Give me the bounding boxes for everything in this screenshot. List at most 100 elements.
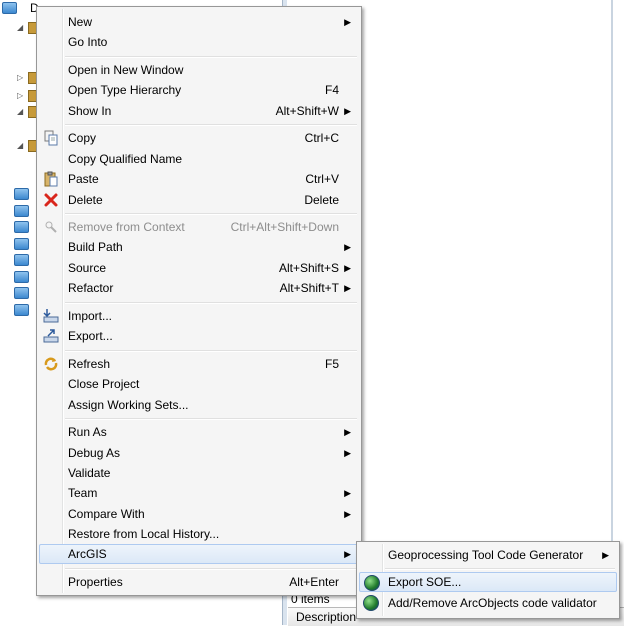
menu-item-show-in[interactable]: Show In Alt+Shift+W ▶ <box>39 101 359 121</box>
menu-item-delete[interactable]: Delete Delete <box>39 190 359 210</box>
submenu-arrow-icon: ▶ <box>344 448 351 458</box>
context-menu: New ▶ Go Into Open in New Window Open Ty… <box>36 6 362 596</box>
collapse-arrow-icon[interactable]: ▷ <box>17 91 23 100</box>
tree-node[interactable]: ▷ <box>0 70 40 86</box>
menu-item-refactor[interactable]: Refactor Alt+Shift+T ▶ <box>39 278 359 298</box>
menu-item-shortcut: F5 <box>324 357 339 371</box>
submenu-arrow-icon: ▶ <box>344 488 351 498</box>
menu-item-export[interactable]: Export... <box>39 326 359 346</box>
menu-item-shortcut: Alt+Shift+W <box>275 104 339 118</box>
submenu-arrow-icon: ▶ <box>344 242 351 252</box>
menu-item-arcgis[interactable]: ArcGIS ▶ <box>39 544 359 564</box>
menu-item-add-remove-arcobjects-validator[interactable]: Add/Remove ArcObjects code validator <box>359 593 617 613</box>
tree-node[interactable] <box>0 269 40 285</box>
menu-item-copy[interactable]: Copy Ctrl+C <box>39 128 359 148</box>
expand-arrow-icon[interactable]: ◢ <box>17 141 23 150</box>
menu-item-remove-from-context: Remove from Context Ctrl+Alt+Shift+Down <box>39 217 359 237</box>
tree-node[interactable] <box>0 285 40 301</box>
menu-item-go-into[interactable]: Go Into <box>39 32 359 52</box>
project-folder-icon <box>2 2 17 14</box>
menu-item-label: Properties <box>68 575 123 589</box>
menu-item-label: Import... <box>68 309 113 323</box>
menu-item-label: Build Path <box>68 240 123 254</box>
menu-item-team[interactable]: Team ▶ <box>39 483 359 503</box>
menu-item-label: Go Into <box>68 35 108 49</box>
menu-separator <box>65 350 357 352</box>
menu-item-label: Export SOE... <box>388 575 462 589</box>
menu-item-shortcut: Ctrl+V <box>305 172 339 186</box>
menu-item-label: Export... <box>68 329 113 343</box>
menu-item-open-type-hierarchy[interactable]: Open Type Hierarchy F4 <box>39 80 359 100</box>
menu-item-shortcut: Ctrl+Alt+Shift+Down <box>230 220 339 234</box>
submenu-arrow-icon: ▶ <box>344 509 351 519</box>
menu-item-shortcut: Alt+Shift+S <box>278 261 339 275</box>
export-icon <box>43 329 59 343</box>
menu-separator <box>385 568 615 570</box>
collapse-arrow-icon[interactable]: ▷ <box>17 73 23 82</box>
menu-item-label: Copy Qualified Name <box>68 152 183 166</box>
menu-item-close-project[interactable]: Close Project <box>39 374 359 394</box>
tree-node[interactable] <box>0 252 40 268</box>
submenu-arrow-icon: ▶ <box>344 263 351 273</box>
folder-icon <box>14 221 29 233</box>
menu-item-import[interactable]: Import... <box>39 306 359 326</box>
tree-node[interactable] <box>0 186 40 202</box>
tree-node[interactable] <box>0 302 40 318</box>
menu-item-label: Validate <box>68 466 111 480</box>
menu-item-label: Open Type Hierarchy <box>68 83 182 97</box>
menu-item-new[interactable]: New ▶ <box>39 12 359 32</box>
menu-item-label: Compare With <box>68 507 145 521</box>
submenu-arrow-icon: ▶ <box>344 283 351 293</box>
expand-arrow-icon[interactable]: ◢ <box>17 23 23 32</box>
menu-item-label: Assign Working Sets... <box>68 398 189 412</box>
menu-item-copy-qualified-name[interactable]: Copy Qualified Name <box>39 149 359 169</box>
expand-arrow-icon[interactable]: ◢ <box>17 107 23 116</box>
tree-node[interactable] <box>0 236 40 252</box>
menu-item-label: Add/Remove ArcObjects code validator <box>388 596 597 610</box>
copy-icon <box>44 130 58 146</box>
menu-item-label: Geoprocessing Tool Code Generator <box>388 548 584 562</box>
tree-node[interactable] <box>0 219 40 235</box>
menu-separator <box>65 213 357 215</box>
menu-item-refresh[interactable]: Refresh F5 <box>39 354 359 374</box>
menu-item-debug-as[interactable]: Debug As ▶ <box>39 443 359 463</box>
menu-item-shortcut: Alt+Enter <box>289 575 339 589</box>
menu-item-label: Team <box>68 486 98 500</box>
menu-item-open-in-new-window[interactable]: Open in New Window <box>39 60 359 80</box>
menu-item-run-as[interactable]: Run As ▶ <box>39 422 359 442</box>
menu-item-validate[interactable]: Validate <box>39 463 359 483</box>
menu-item-label: Close Project <box>68 377 140 391</box>
menu-item-paste[interactable]: Paste Ctrl+V <box>39 169 359 189</box>
editor-scroll-edge <box>611 0 613 580</box>
tree-node[interactable]: ◢ <box>0 138 40 154</box>
folder-icon <box>14 254 29 266</box>
menu-item-assign-working-sets[interactable]: Assign Working Sets... <box>39 395 359 415</box>
tree-node[interactable]: ◢ <box>0 104 40 120</box>
menu-item-restore-from-local-history[interactable]: Restore from Local History... <box>39 524 359 544</box>
menu-item-build-path[interactable]: Build Path ▶ <box>39 237 359 257</box>
menu-item-geoprocessing-tool-code-generator[interactable]: Geoprocessing Tool Code Generator ▶ <box>359 545 617 565</box>
menu-item-label: Show In <box>68 104 112 118</box>
submenu-arrow-icon: ▶ <box>344 427 351 437</box>
menu-item-label: New <box>68 15 93 29</box>
remove-context-icon <box>45 221 57 233</box>
menu-item-label: Source <box>68 261 107 275</box>
menu-item-source[interactable]: Source Alt+Shift+S ▶ <box>39 258 359 278</box>
submenu-arrow-icon: ▶ <box>344 549 351 559</box>
folder-icon <box>14 287 29 299</box>
menu-item-compare-with[interactable]: Compare With ▶ <box>39 504 359 524</box>
arcgis-submenu: Geoprocessing Tool Code Generator ▶ Expo… <box>356 541 620 619</box>
tree-node[interactable]: ▷ <box>0 88 40 104</box>
menu-item-label: Refactor <box>68 281 114 295</box>
submenu-arrow-icon: ▶ <box>344 106 351 116</box>
folder-icon <box>14 205 29 217</box>
menu-item-export-soe[interactable]: Export SOE... <box>359 572 617 592</box>
tree-node[interactable] <box>0 203 40 219</box>
delete-icon <box>44 193 58 207</box>
menu-item-label: Restore from Local History... <box>68 527 220 541</box>
folder-icon <box>14 271 29 283</box>
menu-item-properties[interactable]: Properties Alt+Enter <box>39 572 359 592</box>
menu-separator <box>65 418 357 420</box>
menu-item-label: Run As <box>68 425 107 439</box>
tree-node[interactable]: ◢ <box>0 20 40 36</box>
